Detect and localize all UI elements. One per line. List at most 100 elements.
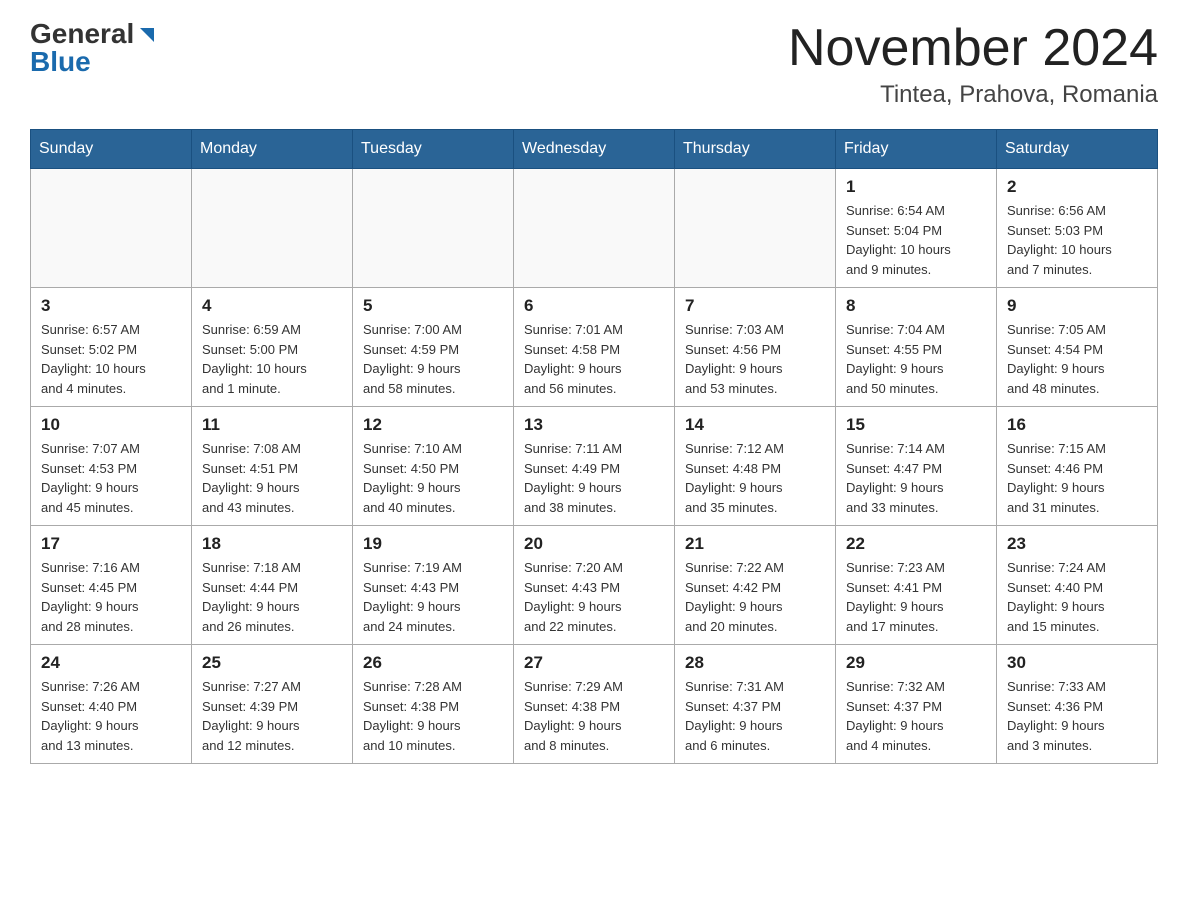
weekday-header-thursday: Thursday [675, 130, 836, 169]
page-header: General Blue November 2024 Tintea, Praho… [30, 20, 1158, 109]
weekday-header-monday: Monday [192, 130, 353, 169]
day-number: 8 [846, 296, 986, 316]
calendar-cell: 3 Sunrise: 6:57 AM Sunset: 5:02 PM Daylig… [31, 288, 192, 407]
calendar-cell: 7 Sunrise: 7:03 AM Sunset: 4:56 PM Daylig… [675, 288, 836, 407]
day-number: 26 [363, 653, 503, 673]
day-number: 7 [685, 296, 825, 316]
calendar-cell [675, 169, 836, 288]
calendar-cell: 5Sunrise: 7:00 AM Sunset: 4:59 PM Daylig… [353, 288, 514, 407]
calendar-cell: 6Sunrise: 7:01 AM Sunset: 4:58 PM Daylig… [514, 288, 675, 407]
day-number: 10 [41, 415, 181, 435]
calendar-cell: 11Sunrise: 7:08 AM Sunset: 4:51 PM Dayli… [192, 407, 353, 526]
calendar-cell: 4 Sunrise: 6:59 AM Sunset: 5:00 PM Daylig… [192, 288, 353, 407]
calendar-cell: 26 Sunrise: 7:28 AM Sunset: 4:38 PM Dayli… [353, 645, 514, 764]
weekday-header-friday: Friday [836, 130, 997, 169]
calendar-cell [192, 169, 353, 288]
day-info: Sunrise: 7:12 AM Sunset: 4:48 PM Dayligh… [685, 439, 825, 517]
day-number: 30 [1007, 653, 1147, 673]
day-info: Sunrise: 7:05 AM Sunset: 4:54 PM Dayligh… [1007, 320, 1147, 398]
calendar-cell: 1Sunrise: 6:54 AM Sunset: 5:04 PM Daylig… [836, 169, 997, 288]
calendar-cell: 18 Sunrise: 7:18 AM Sunset: 4:44 PM Dayli… [192, 526, 353, 645]
location-title: Tintea, Prahova, Romania [788, 81, 1158, 109]
calendar-cell: 8 Sunrise: 7:04 AM Sunset: 4:55 PM Daylig… [836, 288, 997, 407]
calendar-cell: 2 Sunrise: 6:56 AM Sunset: 5:03 PM Daylig… [997, 169, 1158, 288]
day-number: 13 [524, 415, 664, 435]
calendar-cell: 29Sunrise: 7:32 AM Sunset: 4:37 PM Dayli… [836, 645, 997, 764]
day-number: 15 [846, 415, 986, 435]
weekday-header-row: SundayMondayTuesdayWednesdayThursdayFrid… [31, 130, 1158, 169]
week-row-5: 24 Sunrise: 7:26 AM Sunset: 4:40 PM Dayli… [31, 645, 1158, 764]
calendar-cell: 12 Sunrise: 7:10 AM Sunset: 4:50 PM Dayli… [353, 407, 514, 526]
calendar-cell: 28Sunrise: 7:31 AM Sunset: 4:37 PM Dayli… [675, 645, 836, 764]
day-info: Sunrise: 7:16 AM Sunset: 4:45 PM Dayligh… [41, 558, 181, 636]
day-info: Sunrise: 7:23 AM Sunset: 4:41 PM Dayligh… [846, 558, 986, 636]
month-title: November 2024 [788, 20, 1158, 77]
day-info: Sunrise: 7:29 AM Sunset: 4:38 PM Dayligh… [524, 677, 664, 755]
day-number: 27 [524, 653, 664, 673]
day-info: Sunrise: 7:00 AM Sunset: 4:59 PM Dayligh… [363, 320, 503, 398]
calendar-cell [31, 169, 192, 288]
day-info: Sunrise: 7:08 AM Sunset: 4:51 PM Dayligh… [202, 439, 342, 517]
day-number: 12 [363, 415, 503, 435]
day-info: Sunrise: 7:14 AM Sunset: 4:47 PM Dayligh… [846, 439, 986, 517]
calendar-cell: 19 Sunrise: 7:19 AM Sunset: 4:43 PM Dayli… [353, 526, 514, 645]
day-number: 28 [685, 653, 825, 673]
day-number: 20 [524, 534, 664, 554]
calendar-cell: 14 Sunrise: 7:12 AM Sunset: 4:48 PM Dayli… [675, 407, 836, 526]
day-info: Sunrise: 7:27 AM Sunset: 4:39 PM Dayligh… [202, 677, 342, 755]
calendar-cell: 30 Sunrise: 7:33 AM Sunset: 4:36 PM Dayli… [997, 645, 1158, 764]
day-number: 16 [1007, 415, 1147, 435]
day-info: Sunrise: 7:26 AM Sunset: 4:40 PM Dayligh… [41, 677, 181, 755]
logo-general-text: General [30, 20, 134, 48]
logo: General Blue [30, 20, 158, 76]
day-number: 3 [41, 296, 181, 316]
day-number: 17 [41, 534, 181, 554]
day-info: Sunrise: 6:59 AM Sunset: 5:00 PM Dayligh… [202, 320, 342, 398]
day-info: Sunrise: 6:56 AM Sunset: 5:03 PM Dayligh… [1007, 201, 1147, 279]
day-info: Sunrise: 7:24 AM Sunset: 4:40 PM Dayligh… [1007, 558, 1147, 636]
calendar-cell: 27 Sunrise: 7:29 AM Sunset: 4:38 PM Dayli… [514, 645, 675, 764]
day-number: 21 [685, 534, 825, 554]
day-info: Sunrise: 7:22 AM Sunset: 4:42 PM Dayligh… [685, 558, 825, 636]
day-info: Sunrise: 7:04 AM Sunset: 4:55 PM Dayligh… [846, 320, 986, 398]
day-info: Sunrise: 7:11 AM Sunset: 4:49 PM Dayligh… [524, 439, 664, 517]
calendar-cell: 10 Sunrise: 7:07 AM Sunset: 4:53 PM Dayli… [31, 407, 192, 526]
calendar-cell: 21 Sunrise: 7:22 AM Sunset: 4:42 PM Dayli… [675, 526, 836, 645]
calendar-cell: 20Sunrise: 7:20 AM Sunset: 4:43 PM Dayli… [514, 526, 675, 645]
day-number: 14 [685, 415, 825, 435]
day-number: 2 [1007, 177, 1147, 197]
day-info: Sunrise: 7:01 AM Sunset: 4:58 PM Dayligh… [524, 320, 664, 398]
day-info: Sunrise: 7:19 AM Sunset: 4:43 PM Dayligh… [363, 558, 503, 636]
day-number: 9 [1007, 296, 1147, 316]
calendar-cell: 16 Sunrise: 7:15 AM Sunset: 4:46 PM Dayli… [997, 407, 1158, 526]
day-number: 24 [41, 653, 181, 673]
weekday-header-saturday: Saturday [997, 130, 1158, 169]
weekday-header-tuesday: Tuesday [353, 130, 514, 169]
calendar-cell: 15 Sunrise: 7:14 AM Sunset: 4:47 PM Dayli… [836, 407, 997, 526]
logo-triangle-icon [136, 24, 158, 46]
day-number: 4 [202, 296, 342, 316]
day-info: Sunrise: 7:07 AM Sunset: 4:53 PM Dayligh… [41, 439, 181, 517]
calendar-cell: 9 Sunrise: 7:05 AM Sunset: 4:54 PM Daylig… [997, 288, 1158, 407]
day-info: Sunrise: 7:33 AM Sunset: 4:36 PM Dayligh… [1007, 677, 1147, 755]
week-row-2: 3 Sunrise: 6:57 AM Sunset: 5:02 PM Daylig… [31, 288, 1158, 407]
day-info: Sunrise: 6:57 AM Sunset: 5:02 PM Dayligh… [41, 320, 181, 398]
weekday-header-wednesday: Wednesday [514, 130, 675, 169]
weekday-header-sunday: Sunday [31, 130, 192, 169]
day-number: 18 [202, 534, 342, 554]
day-info: Sunrise: 7:18 AM Sunset: 4:44 PM Dayligh… [202, 558, 342, 636]
day-info: Sunrise: 7:03 AM Sunset: 4:56 PM Dayligh… [685, 320, 825, 398]
day-info: Sunrise: 7:10 AM Sunset: 4:50 PM Dayligh… [363, 439, 503, 517]
day-number: 22 [846, 534, 986, 554]
day-number: 1 [846, 177, 986, 197]
week-row-1: 1Sunrise: 6:54 AM Sunset: 5:04 PM Daylig… [31, 169, 1158, 288]
day-number: 19 [363, 534, 503, 554]
calendar-cell: 24 Sunrise: 7:26 AM Sunset: 4:40 PM Dayli… [31, 645, 192, 764]
calendar-cell: 22 Sunrise: 7:23 AM Sunset: 4:41 PM Dayli… [836, 526, 997, 645]
week-row-4: 17 Sunrise: 7:16 AM Sunset: 4:45 PM Dayli… [31, 526, 1158, 645]
title-area: November 2024 Tintea, Prahova, Romania [788, 20, 1158, 109]
calendar-cell: 13 Sunrise: 7:11 AM Sunset: 4:49 PM Dayli… [514, 407, 675, 526]
day-info: Sunrise: 7:32 AM Sunset: 4:37 PM Dayligh… [846, 677, 986, 755]
day-info: Sunrise: 7:28 AM Sunset: 4:38 PM Dayligh… [363, 677, 503, 755]
day-info: Sunrise: 7:15 AM Sunset: 4:46 PM Dayligh… [1007, 439, 1147, 517]
